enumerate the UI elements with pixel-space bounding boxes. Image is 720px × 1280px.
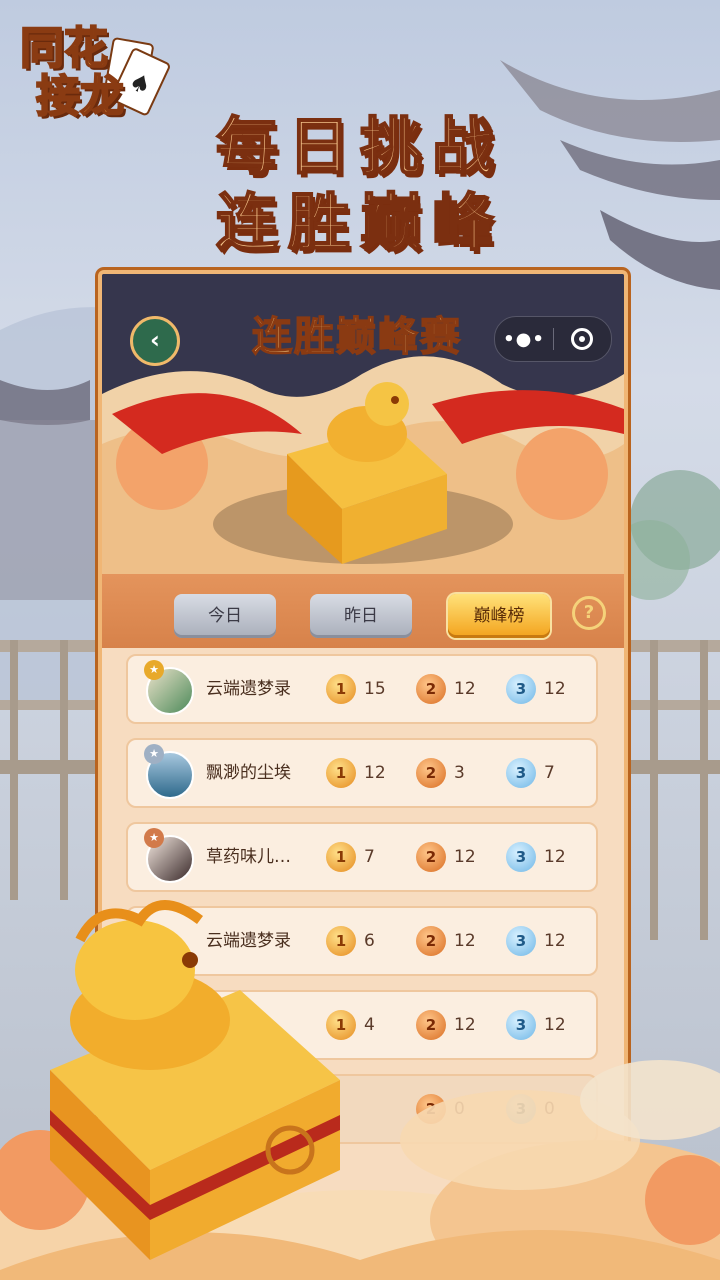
bronze-count: 7	[544, 763, 555, 783]
silver-count: 12	[454, 679, 476, 699]
bronze-medal-icon: 3	[506, 1094, 536, 1124]
bronze-medal-icon: 3	[506, 842, 536, 872]
table-row[interactable]: ★ 飘渺的尘埃 1 12 2 3 3 7	[126, 738, 598, 808]
bronze-medal-icon: 3	[506, 926, 536, 956]
back-button[interactable]: ‹	[130, 316, 180, 366]
target-circle-icon	[571, 328, 593, 350]
bronze-count: 12	[544, 847, 566, 867]
tab-yesterday[interactable]: 昨日	[310, 594, 412, 638]
player-name: 云端遗梦录	[206, 679, 291, 699]
bronze-medal-icon: 3	[506, 1010, 536, 1040]
rank-crown-icon: ★	[144, 828, 164, 848]
bronze-count: 12	[544, 679, 566, 699]
silver-medal-icon: 2	[416, 842, 446, 872]
leaderboard-panel: 今日 昨日 巅峰榜 ? ★ 云端遗梦录 1 15 2 12 3 12 ★ 飘渺的…	[102, 574, 624, 1234]
promo-headline-line-2: 连胜巅峰	[215, 185, 504, 260]
more-menu-button[interactable]: •●•	[495, 329, 553, 350]
table-row[interactable]: ★ 草药味儿… 1 7 2 12 3 12	[126, 822, 598, 892]
gold-medal-icon: 1	[326, 842, 356, 872]
gold-count: 4	[364, 1015, 375, 1035]
gold-count: 6	[364, 931, 375, 951]
silver-count: 3	[454, 763, 465, 783]
silver-medal-icon: 2	[416, 674, 446, 704]
silver-medal-icon: 2	[416, 1010, 446, 1040]
gold-count: 15	[364, 679, 386, 699]
mini-program-capsule: •●•	[494, 316, 612, 362]
phone-screen: ‹ 连胜巅峰赛 •●• 今日 昨日 巅峰榜 ? ★ 云端遗梦录 1 15 2 1…	[98, 270, 628, 1238]
player-name: 飘渺的尘埃	[206, 763, 291, 783]
rank-crown-icon: ★	[144, 660, 164, 680]
bronze-medal-icon: 3	[506, 674, 536, 704]
help-button[interactable]: ?	[572, 596, 606, 630]
player-name: 云端遗梦录	[206, 931, 291, 951]
page-title: 连胜巅峰赛	[251, 312, 462, 361]
silver-medal-icon: 2	[416, 1094, 446, 1124]
bronze-count: 12	[544, 931, 566, 951]
silver-count: 12	[454, 931, 476, 951]
table-row[interactable]: 2 0 3 0	[126, 1074, 598, 1144]
silver-medal-icon: 2	[416, 926, 446, 956]
silver-count: 12	[454, 1015, 476, 1035]
gold-medal-icon: 1	[326, 758, 356, 788]
player-name: 草药味儿…	[206, 847, 291, 867]
table-row[interactable]: ★ 云端遗梦录 1 15 2 12 3 12	[126, 654, 598, 724]
logo-line-1: 同花	[19, 23, 109, 74]
gold-medal-icon: 1	[326, 674, 356, 704]
tab-peak-ranking[interactable]: 巅峰榜	[448, 594, 550, 638]
rank-crown-icon: ★	[144, 744, 164, 764]
chevron-left-icon: ‹	[150, 326, 160, 354]
silver-medal-icon: 2	[416, 758, 446, 788]
table-row[interactable]: 云端遗梦录 1 6 2 12 3 12	[126, 906, 598, 976]
more-dots-icon: •●•	[503, 328, 545, 350]
gold-medal-icon: 1	[326, 1010, 356, 1040]
tab-bar: 今日 昨日 巅峰榜 ?	[102, 574, 624, 648]
close-mini-program-button[interactable]	[554, 328, 610, 350]
table-row[interactable]: 1 4 2 12 3 12	[126, 990, 598, 1060]
gold-count: 7	[364, 847, 375, 867]
silver-count: 12	[454, 847, 476, 867]
bronze-count: 0	[544, 1099, 555, 1119]
bronze-count: 12	[544, 1015, 566, 1035]
app-header: ‹ 连胜巅峰赛 •●•	[102, 274, 624, 574]
gold-medal-icon: 1	[326, 926, 356, 956]
tab-today[interactable]: 今日	[174, 594, 276, 638]
question-icon: ?	[583, 602, 595, 623]
gold-count: 12	[364, 763, 386, 783]
bronze-medal-icon: 3	[506, 758, 536, 788]
silver-count: 0	[454, 1099, 465, 1119]
